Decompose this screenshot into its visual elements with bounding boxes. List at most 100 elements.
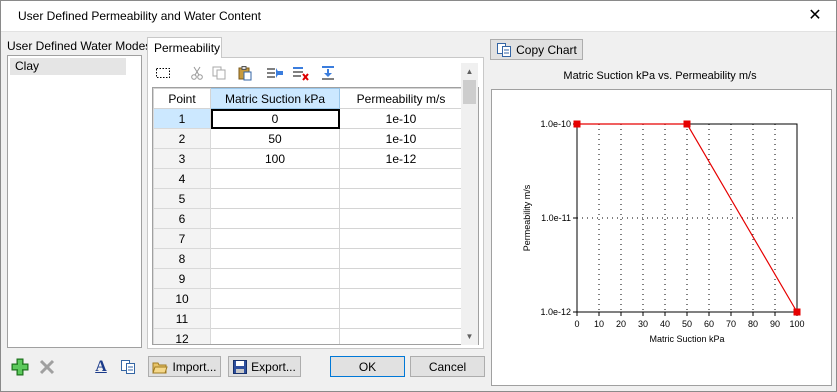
table-cell[interactable]: 0: [210, 108, 340, 129]
table-row: 10: [153, 288, 463, 309]
cut-icon[interactable]: [187, 63, 207, 83]
plus-icon: [11, 358, 29, 375]
table-cell[interactable]: [210, 168, 340, 189]
table-cell[interactable]: [339, 268, 463, 289]
table-row: 11: [153, 308, 463, 329]
select-all-icon[interactable]: [153, 63, 173, 83]
row-header[interactable]: 4: [153, 168, 211, 189]
paste-icon[interactable]: [235, 63, 255, 83]
table-cell[interactable]: [210, 188, 340, 209]
column-header-point[interactable]: Point: [153, 88, 211, 109]
list-item[interactable]: Clay: [10, 58, 126, 75]
table-cell[interactable]: [339, 308, 463, 329]
row-header[interactable]: 2: [153, 128, 211, 149]
x-tick-label: 50: [682, 319, 692, 329]
scroll-up-icon[interactable]: ▲: [461, 63, 478, 80]
delete-mode-button[interactable]: [36, 356, 58, 377]
tab-permeability[interactable]: Permeability: [147, 37, 222, 58]
row-header[interactable]: 10: [153, 288, 211, 309]
grid-scrollbar[interactable]: ▲ ▼: [461, 63, 478, 345]
cancel-label: Cancel: [428, 359, 467, 374]
table-cell[interactable]: [210, 208, 340, 229]
append-row-icon[interactable]: [318, 63, 338, 83]
data-point: [683, 120, 691, 128]
table-cell[interactable]: [339, 288, 463, 309]
font-icon: A: [95, 357, 107, 375]
row-header[interactable]: 5: [153, 188, 211, 209]
row-header[interactable]: 7: [153, 228, 211, 249]
row-header[interactable]: 6: [153, 208, 211, 229]
column-header-permeability[interactable]: Permeability m/s: [339, 88, 463, 109]
copy-icon[interactable]: [209, 63, 229, 83]
import-button[interactable]: Import...: [148, 356, 221, 377]
copy-icon: [121, 359, 135, 374]
water-modes-list[interactable]: Clay: [7, 55, 142, 348]
close-icon[interactable]: ✕: [804, 5, 826, 27]
table-cell[interactable]: [210, 268, 340, 289]
table-row: 5: [153, 188, 463, 209]
table-cell[interactable]: [339, 328, 463, 344]
table-cell[interactable]: 50: [210, 128, 340, 149]
import-label: Import...: [172, 359, 217, 374]
table-cell[interactable]: 1e-10: [339, 108, 463, 129]
save-icon: [233, 359, 248, 374]
cancel-button[interactable]: Cancel: [410, 356, 485, 377]
insert-row-icon[interactable]: [265, 63, 285, 83]
table-cell[interactable]: [339, 208, 463, 229]
water-modes-label: User Defined Water Modes:: [7, 39, 155, 53]
row-header[interactable]: 8: [153, 248, 211, 269]
ok-button[interactable]: OK: [330, 356, 405, 377]
table-row: 8: [153, 248, 463, 269]
row-header[interactable]: 11: [153, 308, 211, 329]
y-axis-label: Permeability m/s: [522, 184, 532, 251]
table-row: 9: [153, 268, 463, 289]
x-tick-label: 60: [704, 319, 714, 329]
copy-chart-icon: [497, 42, 512, 57]
table-cell[interactable]: [210, 328, 340, 344]
table-cell[interactable]: [210, 228, 340, 249]
data-point: [573, 120, 581, 128]
scroll-thumb[interactable]: [463, 80, 476, 104]
delete-row-icon[interactable]: [291, 63, 311, 83]
scroll-down-icon[interactable]: ▼: [461, 328, 478, 345]
table-cell[interactable]: [339, 168, 463, 189]
chart-panel: 0 10 20 30 40 50 60 70 80 90 100 1.0e-10 1.0e-11 1.0e…: [491, 89, 832, 386]
x-tick-label: 30: [638, 319, 648, 329]
row-header[interactable]: 1: [153, 108, 211, 129]
data-point: [793, 308, 801, 316]
column-header-matric-suction[interactable]: Matric Suction kPa: [210, 88, 340, 109]
permeability-grid[interactable]: Point Matric Suction kPa Permeability m/…: [152, 87, 479, 345]
table-cell[interactable]: [210, 308, 340, 329]
x-tick-label: 80: [748, 319, 758, 329]
table-cell[interactable]: [339, 228, 463, 249]
table-row: 4: [153, 168, 463, 189]
table-row: 12: [153, 328, 463, 344]
folder-icon: [152, 362, 169, 373]
x-tick-label: 20: [616, 319, 626, 329]
x-tick-label: 10: [594, 319, 604, 329]
x-tick-label: 100: [789, 319, 804, 329]
font-button[interactable]: A: [90, 356, 112, 377]
data-table: Point Matric Suction kPa Permeability m/…: [153, 88, 463, 344]
copy-chart-button[interactable]: Copy Chart: [490, 39, 583, 60]
table-cell[interactable]: 1e-12: [339, 148, 463, 169]
add-mode-button[interactable]: [9, 356, 31, 377]
table-cell[interactable]: 100: [210, 148, 340, 169]
table-cell[interactable]: [339, 188, 463, 209]
row-header[interactable]: 3: [153, 148, 211, 169]
x-tick-label: 90: [770, 319, 780, 329]
table-cell[interactable]: 1e-10: [339, 128, 463, 149]
row-header[interactable]: 9: [153, 268, 211, 289]
y-tick-label: 1.0e-12: [540, 307, 571, 317]
title-bar: User Defined Permeability and Water Cont…: [1, 1, 836, 32]
export-button[interactable]: Export...: [228, 356, 301, 377]
row-header[interactable]: 12: [153, 328, 211, 344]
table-row: 6: [153, 208, 463, 229]
table-row: 2 50 1e-10: [153, 128, 463, 149]
table-cell[interactable]: [339, 248, 463, 269]
copy-button[interactable]: [117, 356, 139, 377]
chart-title: Matric Suction kPa vs. Permeability m/s: [563, 70, 757, 82]
window-title: User Defined Permeability and Water Cont…: [18, 9, 261, 23]
table-cell[interactable]: [210, 288, 340, 309]
table-cell[interactable]: [210, 248, 340, 269]
